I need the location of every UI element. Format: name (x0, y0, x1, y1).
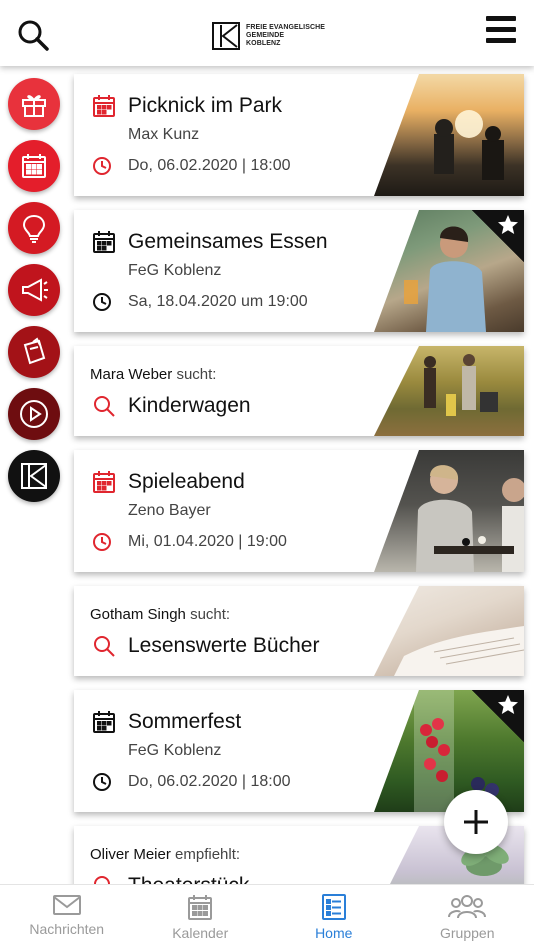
church-logo: FREIE EVANGELISCHE GEMEINDE KOBLENZ (212, 22, 325, 50)
play-icon (20, 400, 48, 428)
event-datetime: Sa, 18.04.2020 um 19:00 (128, 293, 308, 310)
notes-icon (23, 337, 46, 365)
group-icon (448, 895, 487, 919)
event-card[interactable]: Spieleabend Zeno Bayer Mi, 01.04.2020 | … (74, 450, 524, 572)
calendar-icon (93, 231, 115, 253)
clock-icon (93, 533, 111, 551)
event-card[interactable]: Picknick im Park Max Kunz Do, 06.02.2020… (74, 74, 524, 196)
search-icon (18, 20, 49, 51)
calendar-icon (188, 895, 213, 920)
rail-media-button[interactable] (8, 388, 60, 440)
tab-label: Nachrichten (29, 921, 105, 937)
search-card[interactable]: Gotham Singh sucht: Lesenswerte Bücher (74, 586, 524, 676)
clock-icon (93, 293, 111, 311)
event-organizer: FeG Koblenz (128, 262, 222, 279)
event-title: Sommerfest (128, 710, 242, 733)
category-rail (8, 78, 60, 512)
search-verb: sucht: (176, 366, 217, 383)
lightbulb-icon (22, 214, 46, 243)
search-person: Gotham Singh sucht: (90, 606, 230, 623)
tab-nachrichten[interactable]: Nachrichten (0, 885, 134, 950)
tab-gruppen[interactable]: Gruppen (401, 885, 534, 950)
event-card[interactable]: Sommerfest FeG Koblenz Do, 06.02.2020 | … (74, 690, 524, 812)
rail-notes-button[interactable] (8, 326, 60, 378)
event-datetime: Do, 06.02.2020 | 18:00 (128, 773, 291, 790)
calendar-icon (93, 471, 115, 493)
event-datetime: Do, 06.02.2020 | 18:00 (128, 157, 291, 174)
recommend-person: Oliver Meier empfiehlt: (90, 846, 240, 863)
event-photo (374, 74, 524, 196)
clock-icon (93, 773, 111, 791)
tab-label: Kalender (172, 925, 229, 941)
feg-logo-icon (21, 463, 47, 489)
search-card[interactable]: Mara Weber sucht: Kinderwagen (74, 346, 524, 436)
calendar-icon (22, 154, 46, 178)
search-button[interactable] (16, 18, 50, 52)
bottom-tab-bar: Nachrichten Kalender Home Gruppen (0, 884, 534, 950)
megaphone-icon (22, 278, 48, 302)
recommend-verb: empfiehlt: (175, 846, 241, 863)
feg-logo-icon (212, 22, 240, 50)
event-title: Spieleabend (128, 470, 245, 493)
search-verb: sucht: (190, 606, 231, 623)
gift-icon (22, 95, 46, 117)
search-photo (374, 586, 524, 676)
search-photo (374, 346, 524, 436)
calendar-icon (93, 711, 115, 733)
hamburger-menu-icon (486, 16, 516, 43)
envelope-icon (52, 895, 81, 915)
add-button[interactable] (444, 790, 508, 854)
rail-calendar-button[interactable] (8, 140, 60, 192)
person-name: Gotham Singh (90, 606, 186, 623)
logo-text: FREIE EVANGELISCHE GEMEINDE KOBLENZ (246, 24, 326, 47)
tab-kalender[interactable]: Kalender (134, 885, 268, 950)
search-icon (94, 396, 115, 417)
search-person: Mara Weber sucht: (90, 366, 216, 383)
event-photo (374, 450, 524, 572)
list-icon (321, 894, 346, 920)
app-header: FREIE EVANGELISCHE GEMEINDE KOBLENZ (0, 0, 534, 66)
event-organizer: Zeno Bayer (128, 502, 211, 519)
rail-church-button[interactable] (8, 450, 60, 502)
event-title: Picknick im Park (128, 94, 283, 117)
rail-announcement-button[interactable] (8, 264, 60, 316)
clock-icon (93, 157, 111, 175)
calendar-icon (93, 95, 115, 117)
star-icon (498, 695, 518, 714)
event-card[interactable]: Gemeinsames Essen FeG Koblenz Sa, 18.04.… (74, 210, 524, 332)
rail-idea-button[interactable] (8, 202, 60, 254)
tab-label: Gruppen (440, 925, 495, 941)
rail-gift-button[interactable] (8, 78, 60, 130)
tab-label: Home (315, 925, 353, 941)
featured-ribbon (472, 690, 524, 742)
person-name: Mara Weber (90, 366, 173, 383)
star-icon (498, 215, 518, 234)
event-title: Gemeinsames Essen (128, 230, 328, 253)
search-title: Lesenswerte Bücher (128, 634, 320, 657)
search-title: Kinderwagen (128, 394, 251, 417)
person-name: Oliver Meier (90, 846, 171, 863)
event-organizer: Max Kunz (128, 126, 200, 143)
event-datetime: Mi, 01.04.2020 | 19:00 (128, 533, 287, 550)
plus-icon (464, 810, 488, 834)
menu-button[interactable] (486, 16, 516, 44)
featured-ribbon (472, 210, 524, 262)
tab-home[interactable]: Home (267, 885, 401, 950)
search-icon (94, 636, 115, 657)
event-organizer: FeG Koblenz (128, 742, 222, 759)
